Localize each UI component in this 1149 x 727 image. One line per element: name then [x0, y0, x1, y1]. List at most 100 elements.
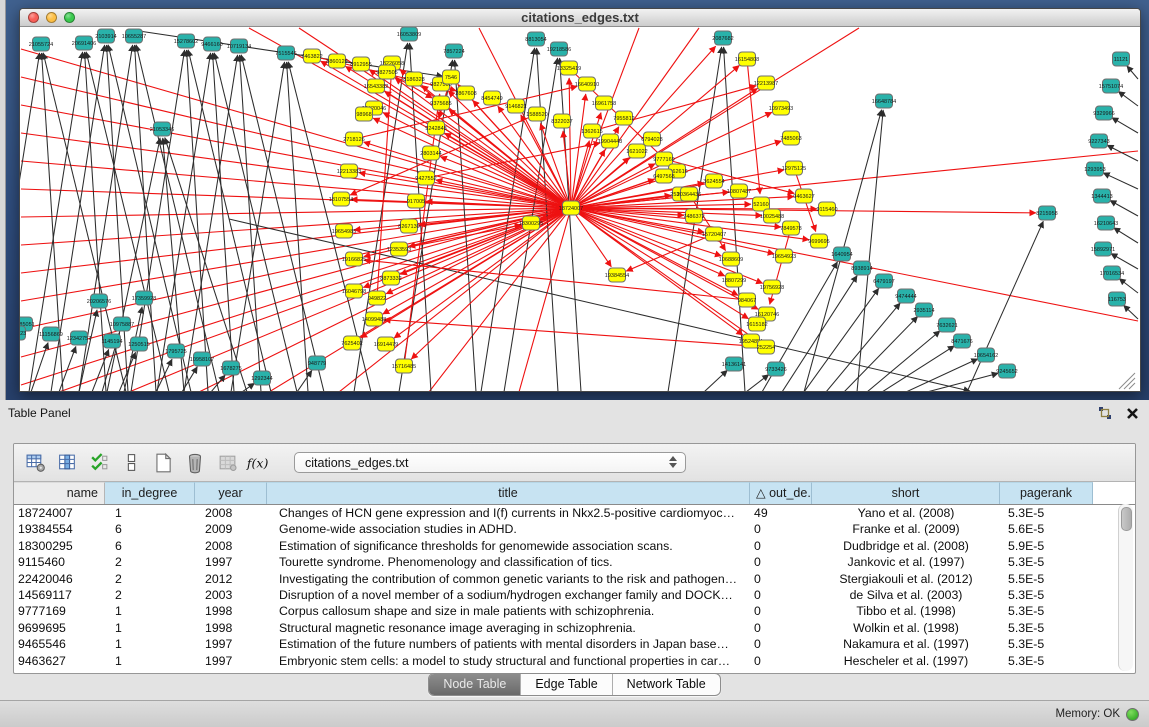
graph-node[interactable]: 1145194	[101, 334, 122, 348]
graph-node[interactable]: 15720407	[702, 227, 726, 241]
window-titlebar[interactable]: citations_edges.txt	[20, 9, 1140, 27]
graph-node[interactable]: 16914479	[374, 337, 398, 351]
graph-node[interactable]: 7632621	[936, 318, 957, 332]
graph-node[interactable]: 12342757	[67, 331, 91, 345]
graph-node[interactable]: 19904448	[598, 134, 622, 148]
graph-node[interactable]: 15751074	[1099, 79, 1123, 93]
graph-node[interactable]: 984067	[738, 293, 756, 307]
graph-node[interactable]: 8215958	[1036, 206, 1057, 220]
graph-node[interactable]: 949822	[368, 291, 386, 305]
graph-node[interactable]: 1640954	[831, 247, 852, 261]
graph-node[interactable]: 10655287	[122, 29, 146, 43]
column-header-out_degree[interactable]: △ out_de...	[750, 482, 812, 504]
function-builder-icon[interactable]: f(x)	[246, 451, 272, 475]
graph-node[interactable]: 12353593	[387, 242, 411, 256]
graph-node[interactable]: 9699695	[808, 234, 829, 248]
graph-node[interactable]: 16053809	[397, 27, 421, 41]
graph-node[interactable]: 10975887	[110, 317, 134, 331]
graph-node[interactable]: 9242848	[425, 121, 446, 135]
graph-node[interactable]: 10688609	[719, 252, 743, 266]
graph-node[interactable]: 19384554	[605, 268, 629, 282]
graph-node[interactable]: 1678275	[220, 361, 241, 375]
table-row[interactable]: 946362711997Embryonic stem cells: a mode…	[14, 653, 1135, 669]
graph-node[interactable]: 8454749	[481, 91, 502, 105]
graph-node[interactable]: 14136141	[722, 357, 746, 371]
table-row[interactable]: 1872400712008Changes of HCN gene express…	[14, 505, 1135, 521]
graph-node[interactable]: 19218586	[547, 42, 571, 56]
graph-node[interactable]: 20691406	[72, 36, 96, 50]
graph-node[interactable]: 1621022	[626, 144, 647, 158]
graph-node[interactable]: 2103914	[95, 29, 116, 43]
column-header-pagerank[interactable]: pagerank	[1000, 482, 1093, 504]
graph-node[interactable]: 11156869	[39, 327, 63, 341]
table-row[interactable]: 969969511998Structural magnetic resonanc…	[14, 620, 1135, 636]
table-scrollbar-thumb[interactable]	[1121, 507, 1132, 531]
graph-node[interactable]: 18807299	[722, 273, 746, 287]
table-row[interactable]: 977716911998Corpus callosum shape and si…	[14, 603, 1135, 619]
tab-edge-table[interactable]: Edge Table	[521, 674, 612, 695]
table-settings-icon[interactable]	[22, 451, 48, 475]
graph-node[interactable]: 12975125	[782, 161, 806, 175]
graph-node[interactable]: 7625402	[341, 336, 362, 350]
graph-node[interactable]: 7485063	[780, 131, 801, 145]
graph-node[interactable]: 1344413	[1091, 189, 1112, 203]
graph-node[interactable]: 393123	[20, 326, 26, 340]
graph-node[interactable]: 2087682	[712, 31, 733, 45]
graph-node[interactable]: 9427552	[415, 171, 436, 185]
graph-node[interactable]: 16210643	[1094, 216, 1118, 230]
graph-node[interactable]: 16154808	[735, 52, 759, 66]
graph-node[interactable]: 19756928	[760, 280, 784, 294]
graph-node[interactable]: 7515546	[275, 46, 296, 60]
graph-node[interactable]: 8186328	[403, 72, 424, 86]
network-canvas[interactable]: 21055724 206914062103914 10655287 15278602 9…	[20, 27, 1140, 391]
graph-node[interactable]: 16640910	[575, 77, 599, 91]
column-header-name[interactable]: name	[14, 482, 105, 504]
graph-node[interactable]: 19166825	[342, 252, 366, 266]
graph-node[interactable]: 10719134	[227, 39, 251, 53]
graph-node[interactable]: 15278602	[174, 34, 198, 48]
graph-node[interactable]: 9733426	[765, 362, 786, 376]
graph-node[interactable]: 9115460	[816, 202, 837, 216]
canvas-resize-grip[interactable]	[1119, 373, 1135, 389]
graph-node[interactable]: 1293953	[1084, 162, 1105, 176]
graph-node[interactable]: 917005	[407, 194, 425, 208]
graph-node[interactable]: 2718126	[343, 132, 364, 146]
graph-node[interactable]: 8873332	[380, 271, 401, 285]
graph-node[interactable]: 9474444	[895, 289, 916, 303]
graph-node[interactable]: 9375685	[430, 96, 451, 110]
close-window-button[interactable]	[28, 12, 39, 23]
tab-node-table[interactable]: Node Table	[429, 674, 521, 695]
graph-node[interactable]: 2803144	[420, 146, 441, 160]
table-row[interactable]: 946554611997Estimation of the future num…	[14, 636, 1135, 652]
graph-node[interactable]: 2935114	[913, 303, 934, 317]
table-selector-dropdown[interactable]: citations_edges.txt	[294, 452, 686, 473]
graph-node[interactable]: 2867608	[455, 86, 476, 100]
graph-node[interactable]: 14099488	[362, 312, 386, 326]
column-header-in_degree[interactable]: in_degree	[105, 482, 195, 504]
graph-node[interactable]: 20206576	[87, 294, 111, 308]
graph-node[interactable]: 948779	[308, 356, 326, 370]
graph-node[interactable]: 19654985	[332, 224, 356, 238]
graph-node[interactable]: 19654923	[772, 249, 796, 263]
graph-node[interactable]: 16961758	[592, 96, 616, 110]
table-row[interactable]: 2242004622012Investigating the contribut…	[14, 571, 1135, 587]
graph-node[interactable]: 10654162	[974, 348, 998, 362]
graph-node[interactable]: 21055724	[29, 37, 53, 51]
graph-node[interactable]: 10807487	[727, 184, 751, 198]
select-columns-icon[interactable]	[54, 451, 80, 475]
graph-node[interactable]: 252254	[757, 340, 775, 354]
graph-node[interactable]: 9245652	[996, 364, 1017, 378]
graph-node[interactable]: 15716485	[392, 359, 416, 373]
select-rows-check-icon[interactable]	[86, 451, 112, 475]
tab-network-table[interactable]: Network Table	[613, 674, 720, 695]
graph-node[interactable]: 21053346	[150, 122, 174, 136]
row-height-icon[interactable]	[118, 451, 144, 475]
graph-node[interactable]: 6794028	[641, 132, 662, 146]
graph-node[interactable]: 12213987	[754, 76, 778, 90]
zoom-window-button[interactable]	[64, 12, 75, 23]
column-header-title[interactable]: title	[267, 482, 750, 504]
graph-node[interactable]: 3624554	[703, 174, 724, 188]
graph-node[interactable]: 7955812	[613, 111, 634, 125]
graph-node[interactable]: 1362615	[581, 124, 602, 138]
graph-node[interactable]: 18300295	[519, 216, 543, 230]
